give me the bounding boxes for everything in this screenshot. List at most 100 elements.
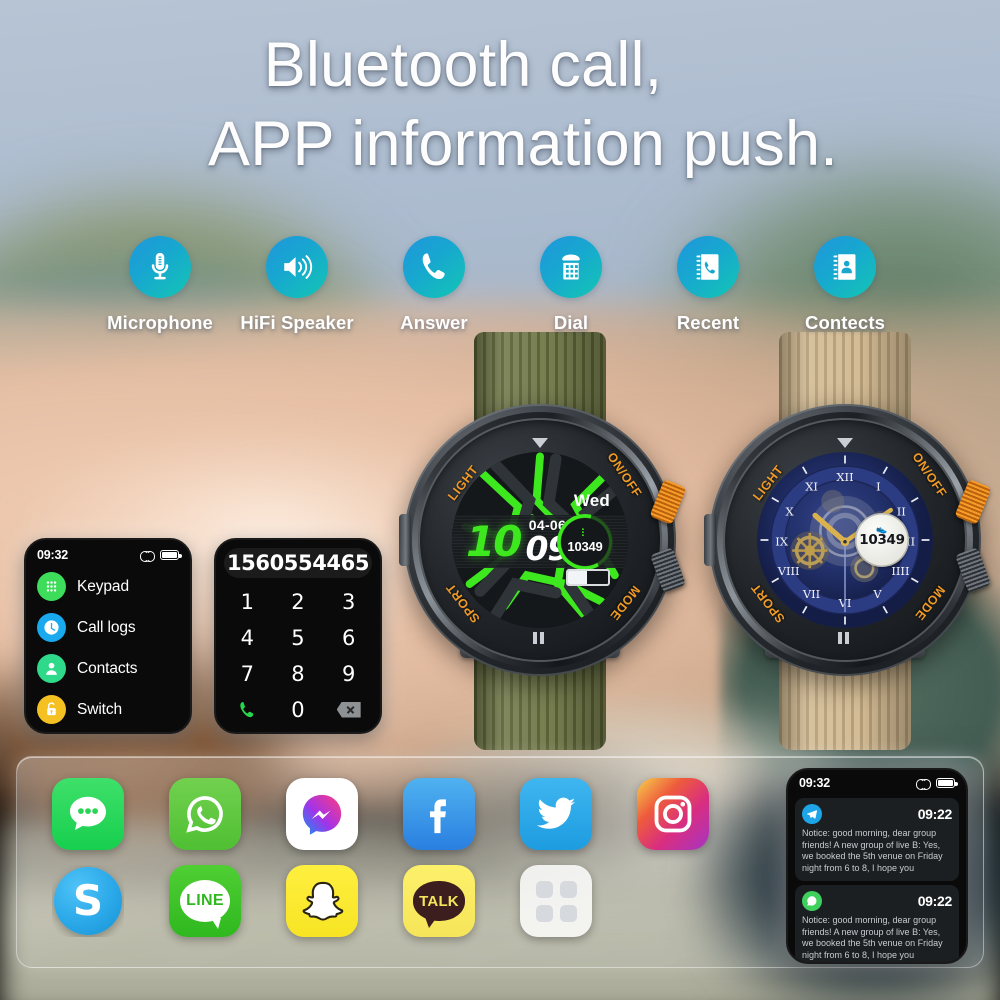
menu-item-contacts[interactable]: Contacts [26,648,190,689]
kakaotalk-app-icon[interactable]: TALK [403,865,475,937]
dialpad-key-7[interactable]: 7 [222,656,273,691]
watch-face-green: Wed 10 04-06 09 ⠇ 10349 [452,452,628,628]
footsteps-icon: 👟 [876,524,888,534]
feature-label: Contects [805,312,885,333]
dialpad-key-2[interactable]: 2 [273,584,324,619]
feature-label: Microphone [107,312,213,333]
watch-case: LIGHT ON/OFF SPORT MODE [704,404,992,676]
watch-button-left[interactable] [704,514,716,566]
svg-text:XI: XI [805,480,818,494]
unlock-icon [37,695,66,724]
watch-battery-indicator [566,568,610,586]
call-log-book-icon [677,236,739,298]
notification-time: 09:22 [917,893,953,909]
feature-answer: Answer [366,236,502,334]
snapchat-app-icon[interactable] [286,865,358,937]
dialpad-screen: 1560554465 1 2 3 4 5 6 7 8 9 0 [214,538,382,734]
svg-text:I: I [876,480,881,494]
feature-recent: Recent [640,236,776,334]
dialpad-key-0[interactable]: 0 [273,692,324,727]
speaker-icon [266,236,328,298]
skype-letter: S [72,876,104,925]
bezel-marker-bottom-icon [838,632,852,644]
facebook-app-icon[interactable] [403,778,475,850]
feature-icon-row: Microphone HiFi Speaker Answer Dial Rece [0,236,1000,334]
microphone-icon [129,236,191,298]
dialpad-key-3[interactable]: 3 [323,584,374,619]
watch-time-strip: 10 04-06 09 ⠇ 10349 [452,514,628,569]
notification-body: Notice: good morning, dear group friends… [802,828,943,873]
bezel-marker-icon [837,438,853,448]
messages-app-icon[interactable] [52,778,124,850]
watch-button-left[interactable] [399,514,411,566]
status-time: 09:32 [37,548,68,562]
menu-item-switch[interactable]: Switch [26,689,190,730]
bezel-marker-icon [532,438,548,448]
menu-item-label: Keypad [77,577,129,595]
dialpad-keys: 1 2 3 4 5 6 7 8 9 0 [216,584,380,727]
status-bar: 09:32 [26,548,190,566]
menu-item-keypad[interactable]: Keypad [26,566,190,607]
menu-item-label: Switch [77,700,123,718]
svg-text:VII: VII [802,587,820,601]
call-menu-screen: 09:32 Keypad Call logs Contacts Switch [24,538,192,734]
status-time: 09:32 [799,776,830,790]
notification-body: Notice: good morning, dear group friends… [802,915,943,960]
watch-button-mode[interactable] [954,547,992,593]
dialed-number: 1560554465 [226,551,370,575]
link-icon [916,778,931,790]
telegram-icon [802,804,822,824]
phone-handset-icon [403,236,465,298]
clock-icon [37,613,66,642]
battery-icon [936,778,958,788]
call-icon[interactable] [222,692,273,727]
feature-label: Answer [400,312,468,333]
notification-item[interactable]: 09:22 Notice: good morning, dear group f… [795,798,959,881]
more-apps-icon[interactable] [520,865,592,937]
whatsapp-app-icon[interactable] [169,778,241,850]
notification-time: 09:22 [917,806,953,822]
line-app-icon[interactable]: LINE [169,865,241,937]
whatsapp-icon [802,891,822,911]
menu-item-label: Call logs [77,618,136,636]
watch-button-mode[interactable] [649,547,687,593]
instagram-app-icon[interactable] [637,778,709,850]
feature-label: Dial [553,312,589,333]
svg-text:IX: IX [775,534,789,548]
smartwatch-green: LIGHT ON/OFF SPORT MODE [390,330,690,750]
watch-button-onoff[interactable] [954,478,992,526]
twitter-app-icon[interactable] [520,778,592,850]
line-wordmark: LINE [186,892,224,909]
smartwatch-blue: LIGHT ON/OFF SPORT MODE XII I II IIII V … [695,330,995,750]
menu-item-call-logs[interactable]: Call logs [26,607,190,648]
dialed-number-display: 1560554465 [224,548,372,578]
person-icon [37,654,66,683]
keypad-grid-icon [37,572,66,601]
menu-item-label: Contacts [77,659,138,677]
backspace-icon[interactable] [323,692,374,727]
feature-contacts: Contects [777,236,913,334]
watch-step-count: 10349 [567,539,603,555]
dialpad-key-1[interactable]: 1 [222,584,273,619]
bezel-marker-bottom-icon [533,632,547,644]
dialpad-key-5[interactable]: 5 [273,620,324,655]
notification-item[interactable]: 09:22 Notice: good morning, dear group f… [795,885,959,962]
dialpad-key-8[interactable]: 8 [273,656,324,691]
dialpad-key-4[interactable]: 4 [222,620,273,655]
messenger-app-icon[interactable] [286,778,358,850]
contacts-book-icon [814,236,876,298]
dialpad-key-6[interactable]: 6 [323,620,374,655]
skype-app-icon[interactable]: S [52,865,124,937]
watch-button-onoff[interactable] [649,478,687,526]
feature-label: HiFi Speaker [240,312,354,333]
svg-text:II: II [897,504,906,518]
dialpad-key-9[interactable]: 9 [323,656,374,691]
watch-weekday: Wed [573,490,610,510]
feature-label: Recent [676,312,740,333]
watch-hours: 10 [466,517,522,567]
feature-hifi-speaker: HiFi Speaker [229,236,365,334]
watch-case: LIGHT ON/OFF SPORT MODE [399,404,687,676]
svg-text:V: V [872,587,882,601]
feature-microphone: Microphone [92,236,228,334]
svg-text:XII: XII [836,470,853,484]
